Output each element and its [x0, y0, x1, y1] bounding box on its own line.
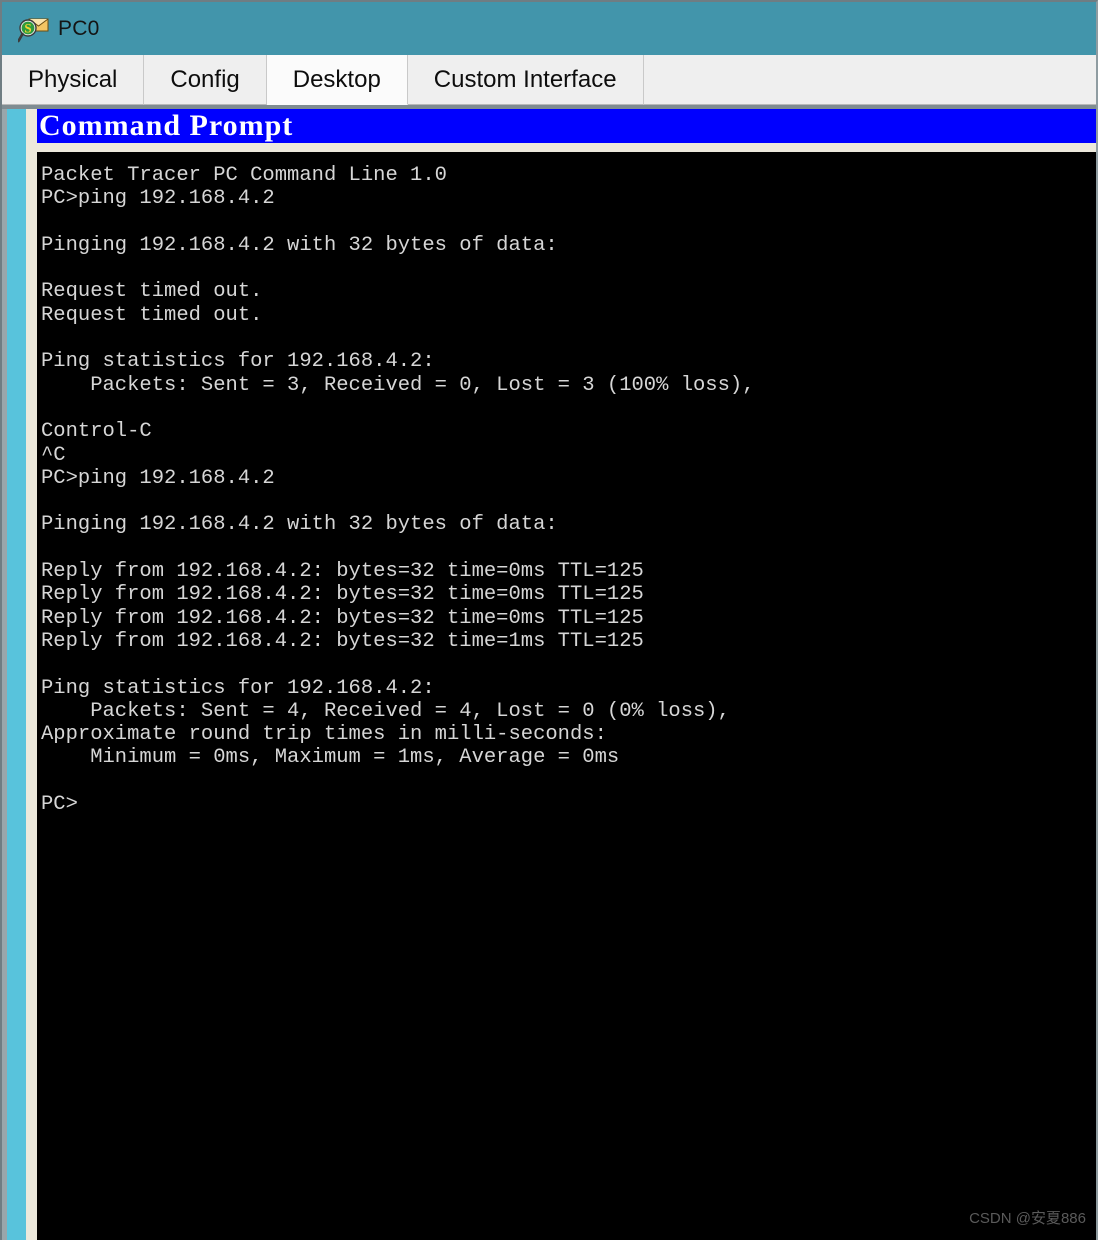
tab-custom-interface[interactable]: Custom Interface — [407, 55, 644, 105]
window-title-label: PC0 — [58, 16, 100, 40]
svg-text:S: S — [24, 20, 31, 35]
tab-config[interactable]: Config — [144, 55, 267, 105]
command-prompt-window: Command Prompt Packet Tracer PC Command … — [37, 109, 1096, 1240]
tab-desktop[interactable]: Desktop — [266, 55, 408, 105]
panel-left-margin — [26, 109, 37, 1240]
terminal-text: Packet Tracer PC Command Line 1.0 PC>pin… — [41, 164, 755, 817]
packet-tracer-device-icon: S — [17, 14, 50, 44]
tab-physical[interactable]: Physical — [2, 55, 145, 105]
command-prompt-title-bar: Command Prompt — [37, 109, 1096, 143]
panel-inner: Command Prompt Packet Tracer PC Command … — [2, 109, 1096, 1240]
panel-left-accent-rail — [7, 109, 26, 1240]
watermark-label: CSDN @安夏886 — [969, 1210, 1086, 1227]
command-prompt-title-gap — [37, 143, 1096, 152]
terminal-output-area[interactable]: Packet Tracer PC Command Line 1.0 PC>pin… — [37, 152, 1096, 1240]
window-title-bar: S PC0 — [0, 0, 1098, 55]
tab-bar-filler — [643, 55, 1096, 105]
command-prompt-title-label: Command Prompt — [39, 109, 294, 142]
tab-bar: Physical Config Desktop Custom Interface — [0, 55, 1098, 105]
desktop-panel: Command Prompt Packet Tracer PC Command … — [0, 105, 1098, 1240]
device-window: S PC0 Physical Config Desktop Custom Int… — [0, 0, 1098, 1240]
